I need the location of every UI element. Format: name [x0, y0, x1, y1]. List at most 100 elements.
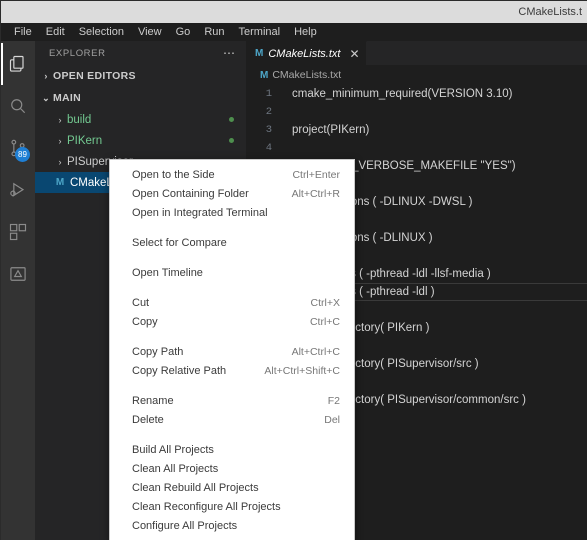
ellipsis-icon[interactable]: ⋯ — [223, 46, 236, 60]
context-menu-item-open-containing-folder[interactable]: Open Containing Folder Alt+Ctrl+R — [110, 184, 354, 203]
context-menu-item-label: Clean All Projects — [132, 462, 219, 475]
context-menu-item-label: Open in Integrated Terminal — [132, 206, 268, 219]
chevron-right-icon[interactable]: › — [53, 136, 67, 146]
cmake-file-icon: M — [55, 177, 65, 188]
context-menu-item-label: Open Timeline — [132, 266, 203, 279]
git-status-dot-icon — [229, 117, 234, 122]
extensions-icon — [8, 222, 28, 242]
activitybar-item-source-control[interactable]: 89 — [1, 127, 35, 169]
run-debug-icon — [8, 180, 28, 200]
context-menu-separator — [110, 252, 354, 263]
tree-item-build[interactable]: › build — [35, 109, 246, 130]
activitybar-item-search[interactable] — [1, 85, 35, 127]
context-menu-item-open-to-the-side[interactable]: Open to the Side Ctrl+Enter — [110, 165, 354, 184]
files-icon — [8, 54, 28, 74]
code-line[interactable]: 4 — [246, 139, 587, 157]
tree-item-label: PIKern — [67, 134, 103, 147]
editor-overview-ruler[interactable] — [576, 85, 587, 540]
tab-cmakelists[interactable]: M CMakeLists.txt ✕ — [246, 41, 367, 65]
context-menu-item-clean-rebuild-all-projects[interactable]: Clean Rebuild All Projects — [110, 478, 354, 497]
context-menu-item-rename[interactable]: Rename F2 — [110, 391, 354, 410]
code-line[interactable]: 2 — [246, 103, 587, 121]
close-icon[interactable]: ✕ — [349, 47, 359, 61]
menubar-item-go[interactable]: Go — [169, 25, 198, 40]
context-menu-separator — [110, 331, 354, 342]
window-title: CMakeLists.t — [518, 6, 582, 18]
menubar-item-edit[interactable]: Edit — [39, 25, 72, 40]
breadcrumb-label: CMakeLists.txt — [272, 69, 342, 81]
editor-tab-bar: M CMakeLists.txt ✕ — [246, 41, 587, 65]
sidebar-section-open-editors[interactable]: › OPEN EDITORS — [35, 65, 246, 87]
context-menu-item-label: Clean Rebuild All Projects — [132, 481, 259, 494]
context-menu-item-open-in-integrated-terminal[interactable]: Open in Integrated Terminal — [110, 203, 354, 222]
context-menu-separator — [110, 380, 354, 391]
tab-label: CMakeLists.txt — [268, 47, 341, 60]
context-menu-item-select-for-compare[interactable]: Select for Compare — [110, 233, 354, 252]
sidebar-section-main[interactable]: ⌄ MAIN — [35, 87, 246, 109]
vscode-window: CMakeLists.t File Edit Selection View Go Run T… — [0, 0, 587, 540]
context-menu-item-configure-all-projects[interactable]: Configure All Projects — [110, 516, 354, 535]
context-menu-item-delete[interactable]: Delete Del — [110, 410, 354, 429]
line-number: 2 — [265, 106, 272, 118]
menubar-item-view[interactable]: View — [131, 25, 169, 40]
chevron-right-icon[interactable]: › — [53, 157, 67, 167]
context-menu-item-label: Delete — [132, 413, 164, 426]
cmake-file-icon: M — [260, 69, 269, 81]
chevron-down-icon: ⌄ — [42, 92, 50, 103]
activitybar-item-cmake-tools[interactable] — [1, 253, 35, 295]
menubar-item-help[interactable]: Help — [287, 25, 324, 40]
breadcrumb[interactable]: M CMakeLists.txt — [246, 65, 587, 85]
cmake-file-icon: M — [255, 48, 264, 59]
activitybar-item-explorer[interactable] — [1, 43, 35, 85]
context-menu-item-cut[interactable]: Cut Ctrl+X — [110, 293, 354, 312]
line-number: 4 — [265, 142, 272, 154]
tree-item-pikern[interactable]: › PIKern — [35, 130, 246, 151]
context-menu-item-copy-path[interactable]: Copy Path Alt+Ctrl+C — [110, 342, 354, 361]
activitybar-item-run-and-debug[interactable] — [1, 169, 35, 211]
tree-item-label: build — [67, 113, 92, 126]
git-status-dot-icon — [229, 138, 234, 143]
context-menu-item-label: Copy — [132, 315, 158, 328]
sidebar-section-label: OPEN EDITORS — [53, 70, 136, 82]
context-menu-item-label: Build All Projects — [132, 443, 214, 456]
context-menu-item-label: Cut — [132, 296, 150, 309]
context-menu-item-shortcut: Alt+Ctrl+Shift+C — [264, 364, 340, 377]
context-menu-item-shortcut: Alt+Ctrl+C — [291, 345, 340, 358]
context-menu[interactable]: Open to the Side Ctrl+Enter Open Containin… — [109, 159, 355, 540]
cmake-icon — [8, 264, 28, 284]
context-menu-item-copy[interactable]: Copy Ctrl+C — [110, 312, 354, 331]
sidebar-section-label: MAIN — [53, 92, 82, 104]
context-menu-item-shortcut: Alt+Ctrl+R — [291, 187, 340, 200]
code-line[interactable]: 3 project(PIKern) — [246, 121, 587, 139]
context-menu-item-build-all-projects[interactable]: Build All Projects — [110, 440, 354, 459]
context-menu-item-shortcut: Ctrl+C — [309, 315, 340, 328]
menubar-item-terminal[interactable]: Terminal — [232, 25, 288, 40]
title-bar: CMakeLists.t — [1, 1, 587, 23]
line-text: project(PIKern) — [292, 124, 370, 136]
context-menu-item-label: Copy Path — [132, 345, 184, 358]
menubar-item-file[interactable]: File — [7, 25, 39, 40]
context-menu-item-label: Clean Reconfigure All Projects — [132, 500, 281, 513]
context-menu-item-shortcut: F2 — [327, 394, 340, 407]
context-menu-separator — [110, 282, 354, 293]
chevron-right-icon[interactable]: › — [53, 115, 67, 125]
line-number: 1 — [265, 88, 272, 100]
context-menu-item-clean-reconfigure-all-projects[interactable]: Clean Reconfigure All Projects — [110, 497, 354, 516]
context-menu-separator — [110, 429, 354, 440]
activitybar-item-extensions[interactable] — [1, 211, 35, 253]
activitybar-badge: 89 — [15, 147, 30, 162]
context-menu-item-open-timeline[interactable]: Open Timeline — [110, 263, 354, 282]
context-menu-item-label: Copy Relative Path — [132, 364, 227, 377]
menubar-item-run[interactable]: Run — [197, 25, 231, 40]
context-menu-item-label: Open to the Side — [132, 168, 215, 181]
chevron-right-icon: › — [44, 71, 48, 81]
sidebar-title: EXPLORER — [49, 47, 106, 59]
menubar-item-selection[interactable]: Selection — [72, 25, 131, 40]
context-menu-item-label: Rename — [132, 394, 174, 407]
context-menu-item-copy-relative-path[interactable]: Copy Relative Path Alt+Ctrl+Shift+C — [110, 361, 354, 380]
code-line[interactable]: 1 cmake_minimum_required(VERSION 3.10) — [246, 85, 587, 103]
context-menu-item-clean-all-projects[interactable]: Clean All Projects — [110, 459, 354, 478]
line-number: 3 — [265, 124, 272, 136]
sidebar-header: EXPLORER ⋯ — [35, 41, 246, 65]
context-menu-item-shortcut: Del — [324, 413, 340, 426]
